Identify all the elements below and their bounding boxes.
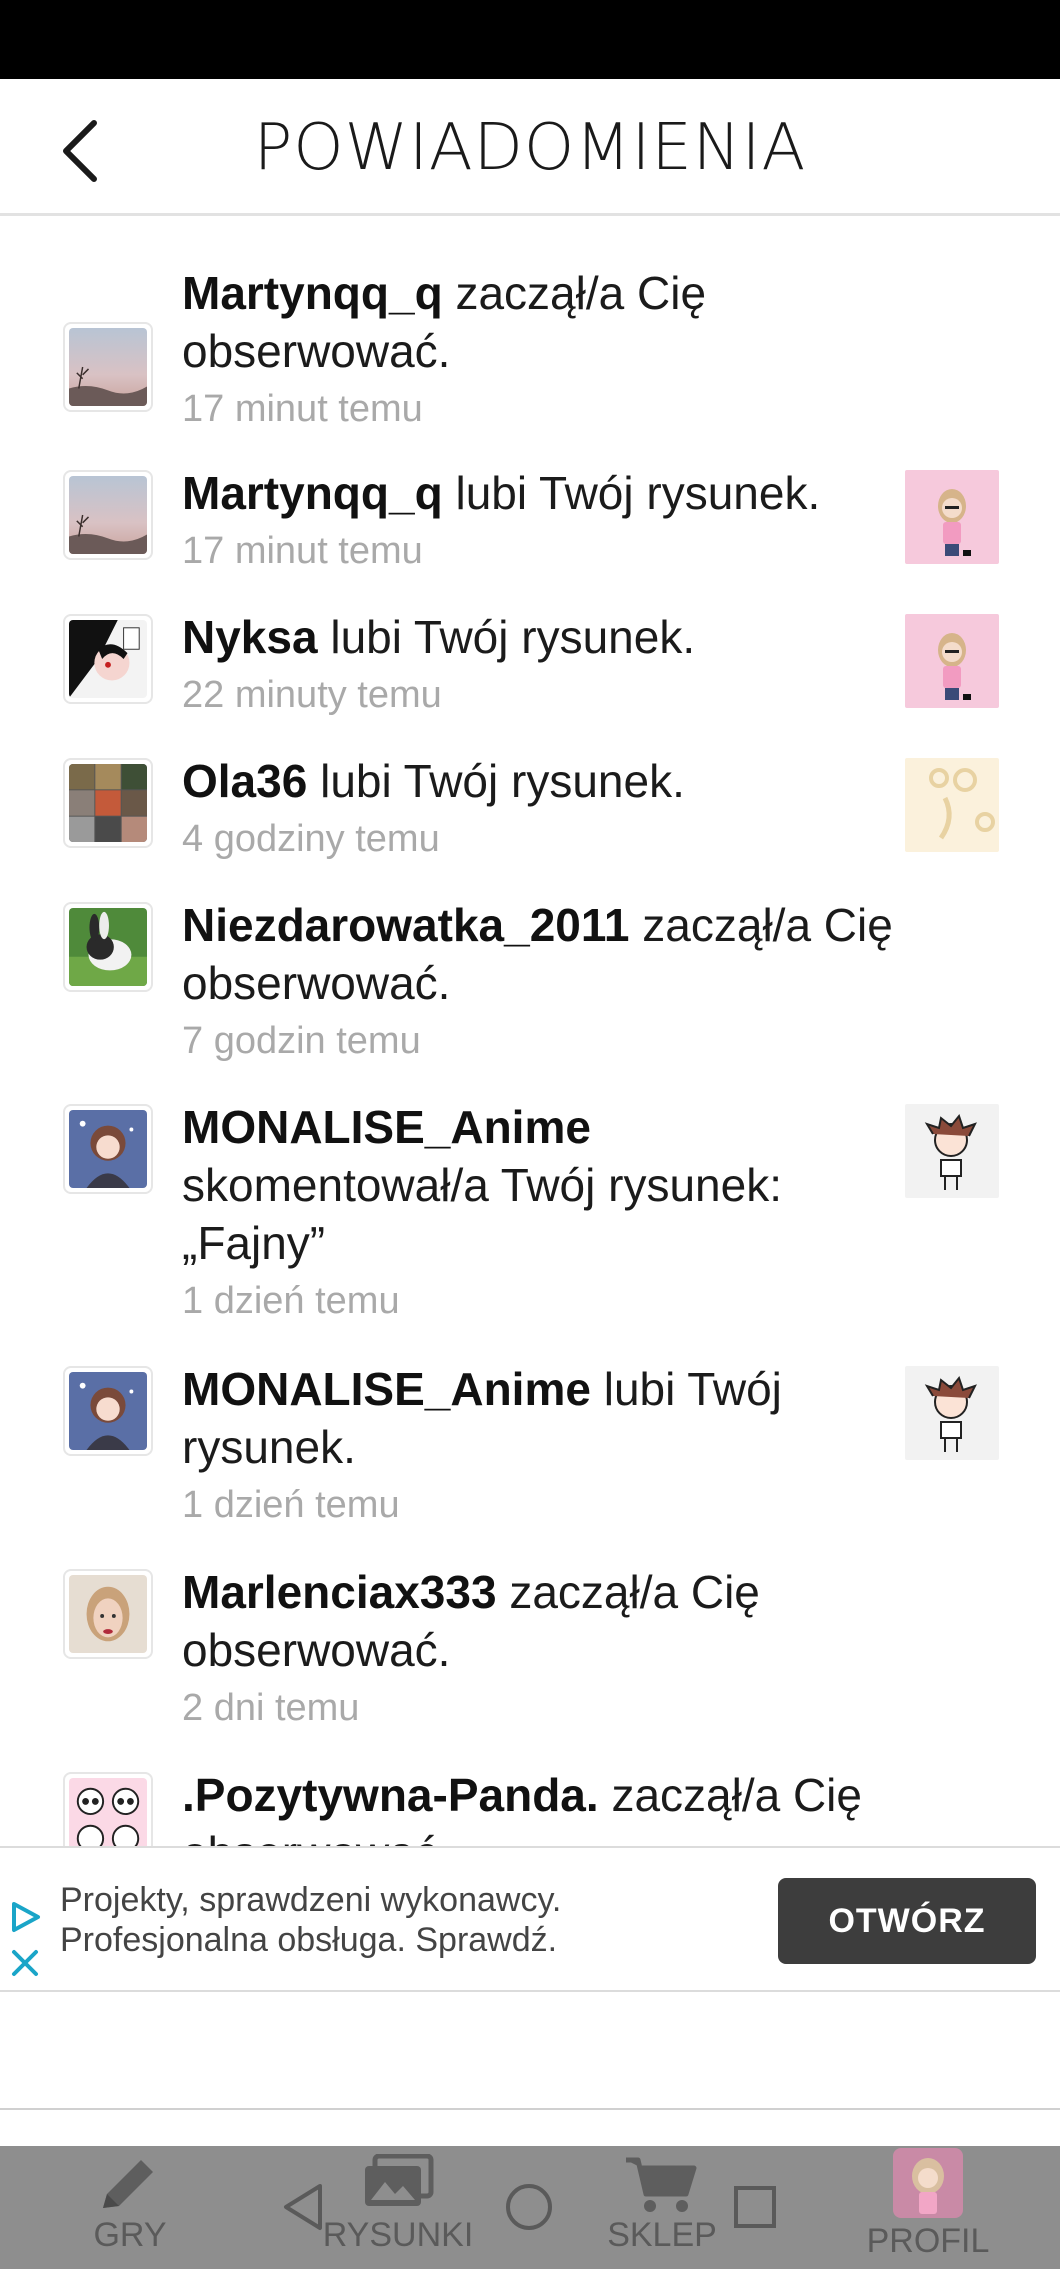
notification-text: MONALISE_Anime lubi Twój rysunek. 1 dzie… <box>182 1360 882 1534</box>
notification-time: 2 dni temu <box>182 1687 360 1729</box>
nav-item-games[interactable]: GRY <box>60 2146 200 2269</box>
notification-time: 17 minut temu <box>182 388 423 430</box>
system-back-icon[interactable] <box>282 2182 324 2232</box>
collage-avatar-image <box>69 764 147 842</box>
ad-open-button[interactable]: OTWÓRZ <box>778 1878 1036 1964</box>
notification-action: skomentował/a Twój rysunek: „Fajny” <box>182 1159 782 1269</box>
notification-text: Martynqq_q zaczął/a Cię obserwować. 17 m… <box>182 264 882 438</box>
drawing-thumbnail[interactable] <box>905 470 999 564</box>
page-title: POWIADOMIENIA <box>253 111 807 185</box>
notification-text: Martynqq_q lubi Twój rysunek. 17 minut t… <box>182 464 882 580</box>
blank-area <box>0 1994 1060 2110</box>
notification-text: Marlenciax333 zaczął/a Cię obserwować. 2… <box>182 1563 882 1737</box>
ad-text[interactable]: Projekty, sprawdzeni wykonawcy. Profesjo… <box>60 1880 740 1960</box>
cartoon-drawing-image <box>905 1366 999 1460</box>
anime-girl-avatar-image <box>69 1110 147 1188</box>
panda-avatar-image <box>69 1778 147 1846</box>
system-recents-icon[interactable] <box>732 2184 778 2230</box>
username[interactable]: Martynqq_q <box>182 267 443 319</box>
rabbit-avatar-image <box>69 908 147 986</box>
username[interactable]: Niezdarowatka_2011 <box>182 899 630 951</box>
ad-banner[interactable]: Projekty, sprawdzeni wykonawcy. Profesjo… <box>0 1846 1060 1992</box>
ad-choices-icon[interactable] <box>8 1900 42 1934</box>
girl-drawing-image <box>905 470 999 564</box>
notification-text: Ola36 lubi Twój rysunek. 4 godziny temu <box>182 752 882 868</box>
nav-item-profile[interactable]: PROFIL <box>858 2146 998 2269</box>
avatar[interactable] <box>63 470 153 560</box>
notification-text: Nyksa lubi Twój rysunek. 22 minuty temu <box>182 608 882 724</box>
portrait-avatar-image <box>69 1575 147 1653</box>
ad-line: Projekty, sprawdzeni wykonawcy. <box>60 1881 562 1919</box>
notification-time: 17 minut temu <box>182 530 423 572</box>
notification-time: 1 dzień temu <box>182 1484 400 1526</box>
avatar[interactable] <box>63 322 153 412</box>
username[interactable]: Nyksa <box>182 611 318 663</box>
cartoon-drawing-image <box>905 1104 999 1198</box>
girl-drawing-image <box>905 614 999 708</box>
avatar[interactable] <box>63 1772 153 1846</box>
username[interactable]: .Pozytywna-Panda. <box>182 1769 599 1821</box>
nav-item-drawings[interactable]: RYSUNKI <box>320 2146 476 2269</box>
avatar[interactable] <box>63 1569 153 1659</box>
avatar[interactable] <box>63 758 153 848</box>
notification-text: Niezdarowatka_2011 zaczął/a Cię obserwow… <box>182 896 952 1070</box>
username[interactable]: Ola36 <box>182 755 307 807</box>
profile-avatar-icon <box>893 2148 963 2218</box>
notification-time: 7 godzin temu <box>182 1020 421 1062</box>
nav-item-shop[interactable]: SKLEP <box>592 2146 732 2269</box>
drawing-thumbnail[interactable] <box>905 614 999 708</box>
avatar[interactable] <box>63 1366 153 1456</box>
pencil-icon <box>103 2160 153 2208</box>
beige-drawing-image <box>905 758 999 852</box>
notification-time: 22 minuty temu <box>182 674 442 716</box>
notification-action: lubi Twój rysunek. <box>320 755 685 807</box>
ad-line: Profesjonalna obsługa. Sprawdź. <box>60 1921 558 1959</box>
nav-label: GRY <box>93 2216 167 2254</box>
sunset-avatar-image <box>69 328 147 406</box>
nav-label: PROFIL <box>866 2222 990 2260</box>
username[interactable]: MONALISE_Anime <box>182 1363 591 1415</box>
images-icon <box>365 2154 434 2206</box>
avatar[interactable] <box>63 1104 153 1194</box>
username[interactable]: MONALISE_Anime <box>182 1101 591 1153</box>
notification-time: 4 godziny temu <box>182 818 440 860</box>
bottom-nav: GRY RYSUNKI SKLEP PROFIL <box>0 2146 1060 2269</box>
anime-card-avatar-image <box>69 620 147 698</box>
nav-label: SKLEP <box>607 2216 717 2254</box>
notification-text: MONALISE_Anime skomentował/a Twój rysune… <box>182 1098 882 1330</box>
avatar[interactable] <box>63 614 153 704</box>
system-home-icon[interactable] <box>504 2182 554 2232</box>
close-icon[interactable] <box>10 1948 40 1978</box>
header: POWIADOMIENIA <box>0 79 1060 216</box>
status-bar <box>0 0 1060 79</box>
username[interactable]: Marlenciax333 <box>182 1566 497 1618</box>
notification-list[interactable]: Martynqq_q zaczął/a Cię obserwować. 17 m… <box>0 218 1060 1846</box>
notification-text: .Pozytywna-Panda. zaczął/a Cię obserwowa… <box>182 1766 952 1846</box>
notification-action: lubi Twój rysunek. <box>455 467 821 519</box>
drawing-thumbnail[interactable] <box>905 1366 999 1460</box>
notification-time: 1 dzień temu <box>182 1280 400 1322</box>
cart-icon <box>626 2157 697 2212</box>
avatar[interactable] <box>63 902 153 992</box>
anime-girl-avatar-image <box>69 1372 147 1450</box>
username[interactable]: Martynqq_q <box>182 467 443 519</box>
drawing-thumbnail[interactable] <box>905 758 999 852</box>
drawing-thumbnail[interactable] <box>905 1104 999 1198</box>
nav-label: RYSUNKI <box>322 2216 474 2254</box>
sunset-avatar-image <box>69 476 147 554</box>
notification-action: lubi Twój rysunek. <box>330 611 696 663</box>
